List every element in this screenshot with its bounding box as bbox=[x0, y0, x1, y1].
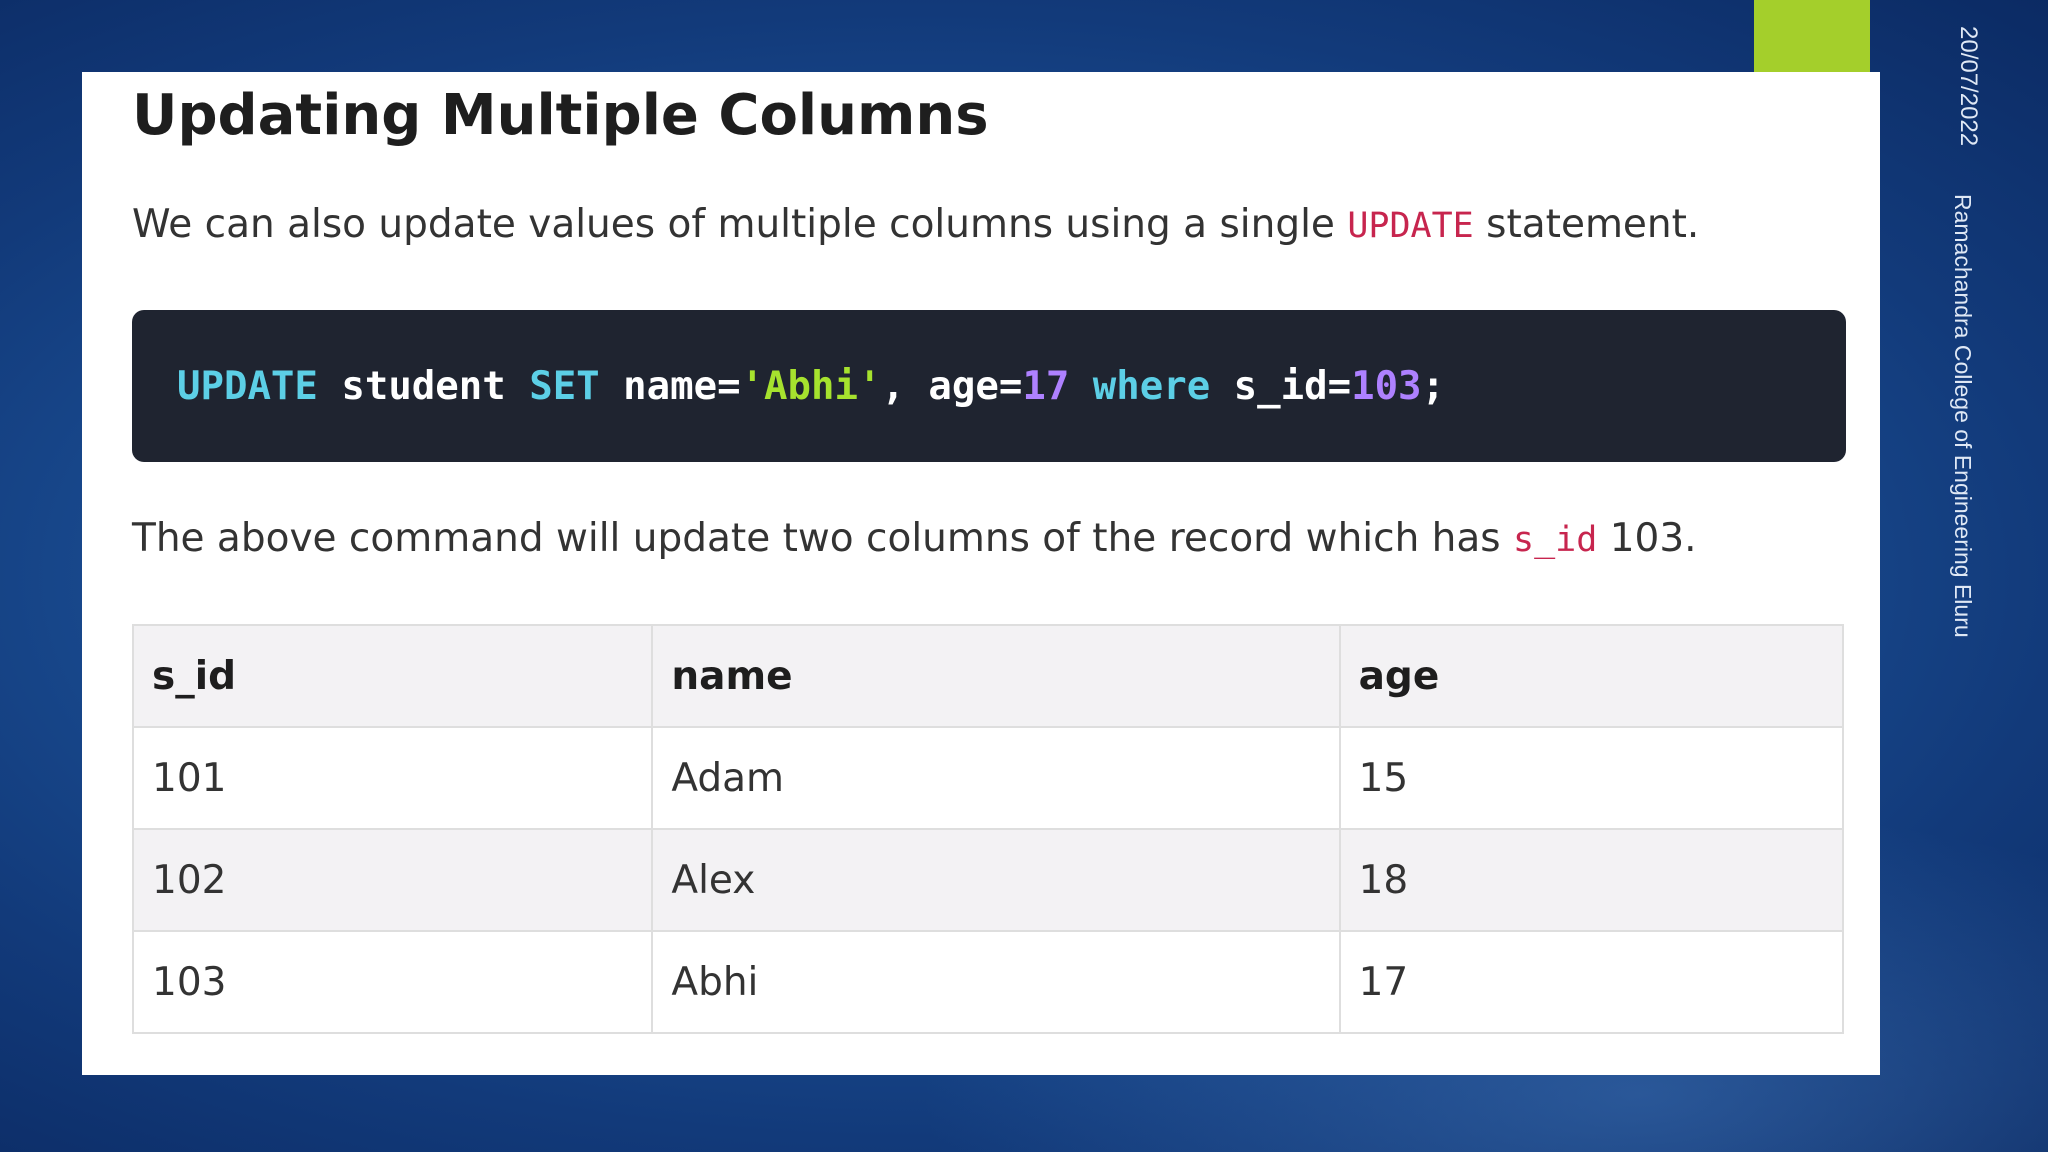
table-row: 101 Adam 15 bbox=[131, 726, 1845, 830]
explain-text-after: 103. bbox=[1597, 516, 1697, 561]
cell-sid: 103 bbox=[131, 930, 654, 1034]
content-panel: Updating Multiple Columns We can also up… bbox=[82, 72, 1880, 1075]
cell-age: 15 bbox=[1338, 726, 1845, 830]
code-token-identifier: s_id= bbox=[1210, 363, 1352, 409]
inline-code-update: UPDATE bbox=[1347, 206, 1474, 246]
cell-name: Adam bbox=[651, 726, 1341, 830]
code-token-identifier: student bbox=[317, 363, 530, 409]
code-token-identifier: name= bbox=[599, 363, 741, 409]
code-token-number: 17 bbox=[1022, 363, 1070, 409]
cell-sid: 101 bbox=[131, 726, 654, 830]
column-header-name: name bbox=[651, 624, 1341, 728]
inline-code-sid: s_id bbox=[1513, 520, 1598, 560]
student-table: s_id name age 101 Adam 15 102 Alex 18 10… bbox=[131, 624, 1845, 1034]
column-header-age: age bbox=[1338, 624, 1845, 728]
code-token-keyword: where bbox=[1092, 363, 1211, 409]
cell-sid: 102 bbox=[131, 828, 654, 932]
college-name: Ramachandra College of Engineering Eluru bbox=[1950, 194, 1976, 638]
code-token-keyword: SET bbox=[529, 363, 600, 409]
column-header-sid: s_id bbox=[131, 624, 654, 728]
sql-code-block: UPDATE student SET name= 'Abhi', age= 17 w… bbox=[132, 310, 1846, 462]
cell-age: 18 bbox=[1338, 828, 1845, 932]
slide-title: Updating Multiple Columns bbox=[132, 83, 989, 148]
table-row: 102 Alex 18 bbox=[131, 828, 1845, 932]
table-row: 103 Abhi 17 bbox=[131, 930, 1845, 1034]
cell-name: Alex bbox=[651, 828, 1341, 932]
cell-age: 17 bbox=[1338, 930, 1845, 1034]
intro-paragraph: We can also update values of multiple co… bbox=[132, 200, 1699, 251]
accent-bar bbox=[1754, 0, 1870, 72]
intro-text-after: statement. bbox=[1473, 202, 1700, 247]
code-token-keyword: UPDATE bbox=[177, 363, 318, 409]
slide-date: 20/07/2022 bbox=[1955, 26, 1982, 147]
explain-text-before: The above command will update two column… bbox=[132, 516, 1514, 561]
code-token-identifier: ; bbox=[1421, 363, 1446, 409]
table-header-row: s_id name age bbox=[131, 624, 1845, 728]
explain-paragraph: The above command will update two column… bbox=[132, 514, 1697, 565]
code-token-identifier: , age= bbox=[881, 363, 1023, 409]
intro-text-before: We can also update values of multiple co… bbox=[132, 202, 1348, 247]
code-token-number: 103 bbox=[1351, 363, 1422, 409]
code-token-identifier bbox=[1069, 364, 1092, 409]
code-token-string: 'Abhi' bbox=[740, 363, 882, 409]
cell-name: Abhi bbox=[651, 930, 1341, 1034]
